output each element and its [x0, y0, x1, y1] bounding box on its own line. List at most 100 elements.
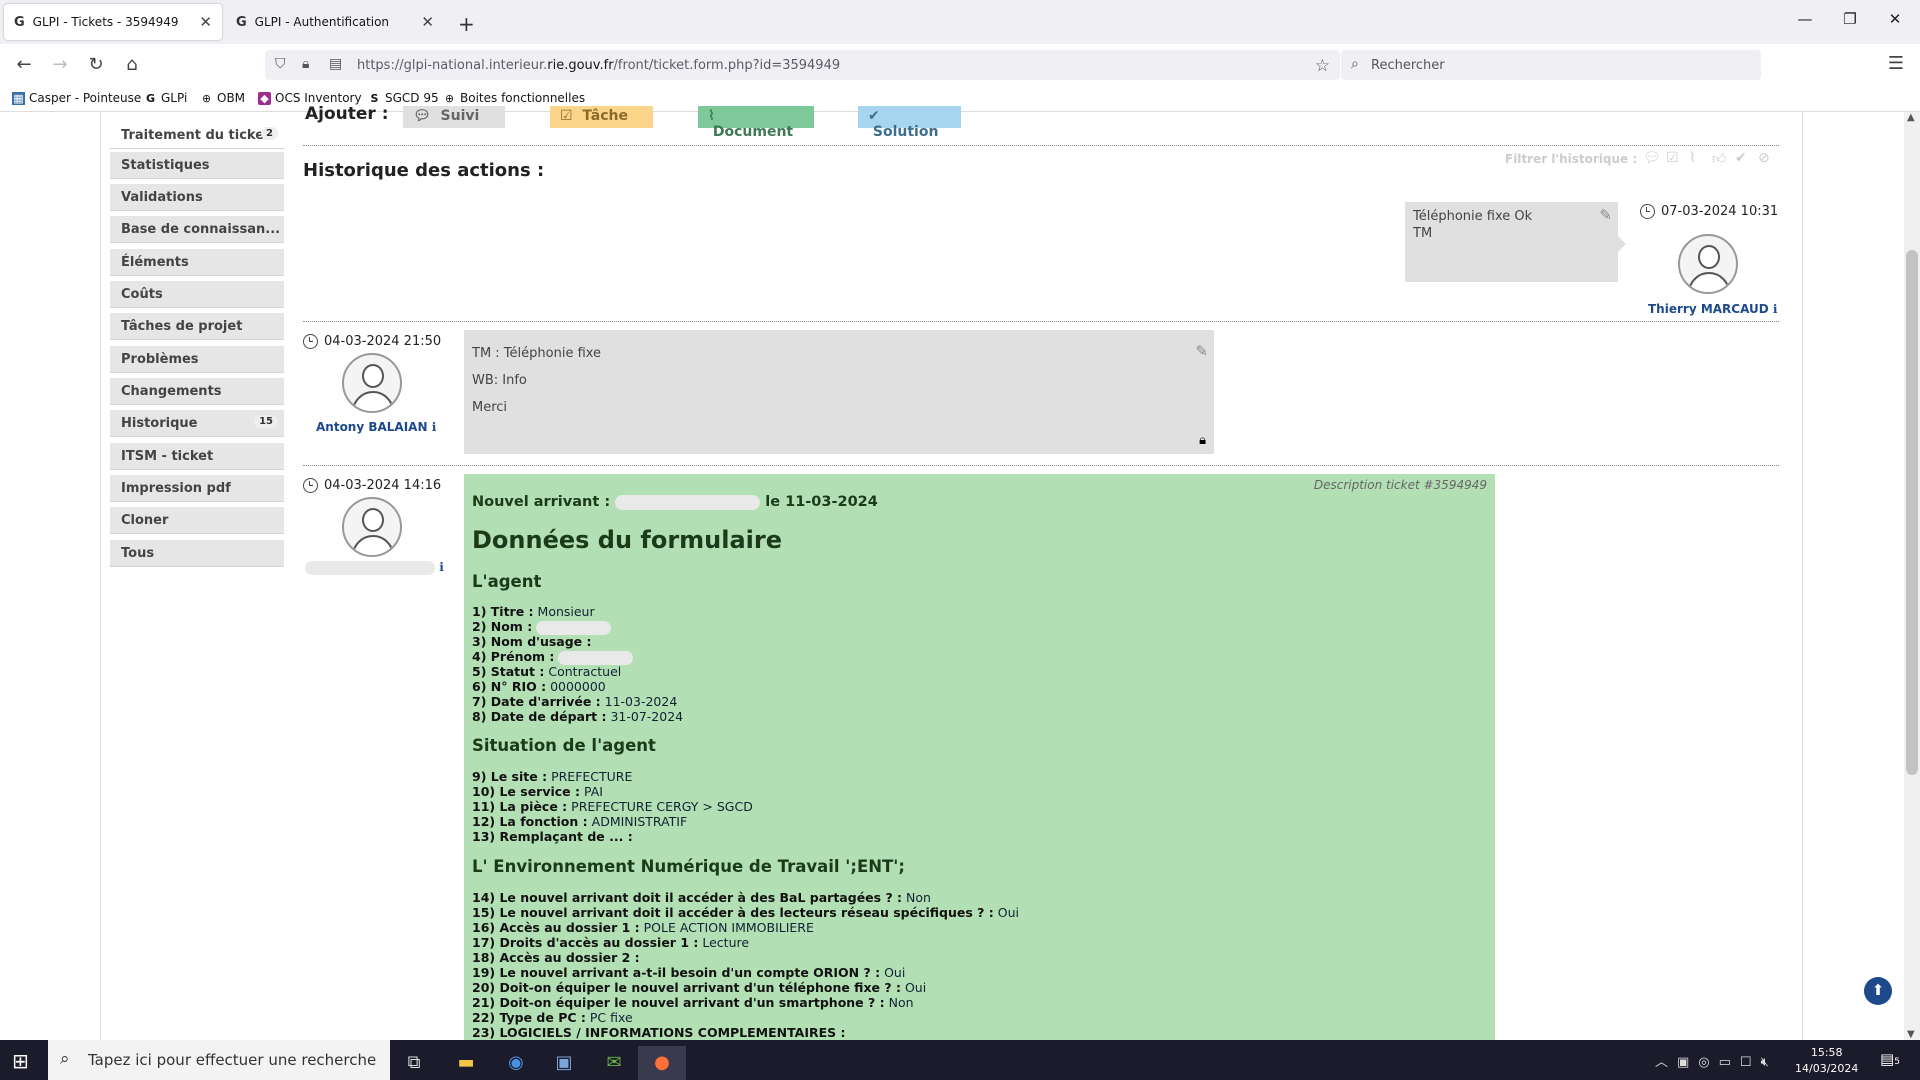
info-icon: ℹ [431, 420, 437, 434]
search-icon: ⌕ [60, 1049, 70, 1069]
followup-bubble[interactable]: Téléphonie fixe Ok TM ✎ [1405, 202, 1618, 282]
form-title: Données du formulaire [472, 526, 783, 554]
sidebar-item-traitement[interactable]: Traitement du ticket 2 [110, 122, 284, 149]
followup-line: WB: Info [472, 373, 527, 388]
sidebar-item-tous[interactable]: Tous [110, 540, 284, 567]
filter-reset-icon[interactable]: ⊘ [1758, 150, 1770, 166]
bookmark-boites[interactable]: ⊕ Boites fonctionnelles [443, 91, 585, 105]
filter-followup-icon[interactable]: 💬︎ [1643, 150, 1661, 166]
scrollbar-thumb[interactable] [1906, 250, 1918, 775]
home-icon[interactable]: ⌂ [120, 54, 144, 75]
arrival-line: Nouvel arrivant : le 11-03-2024 [472, 494, 878, 510]
url-bar[interactable]: ⛉ 🔒︎ ▤ https://glpi-national.interieur.r… [265, 50, 1340, 80]
right-border [1802, 112, 1803, 1040]
task-view-icon[interactable]: ⧉ [390, 1046, 438, 1080]
back-icon[interactable]: ← [12, 54, 36, 75]
bookmark-glpi[interactable]: G GLPi [144, 91, 187, 105]
reload-icon[interactable]: ↻ [84, 54, 108, 75]
left-border [100, 112, 101, 1040]
user-name[interactable]: Antony BALAIAN ℹ [316, 420, 436, 434]
sidebar-item-problemes[interactable]: Problèmes [110, 346, 284, 373]
bookmark-sgcd[interactable]: S SGCD 95 [368, 91, 439, 105]
redacted-user [305, 560, 435, 575]
tab-title: GLPI - Tickets - 3594949 [32, 15, 179, 29]
sidebar-item-itsm[interactable]: ITSM - ticket [110, 443, 284, 470]
add-solution-button[interactable]: ✔ Solution [858, 106, 961, 140]
field-row: 6) N° RIO : 0000000 [472, 679, 606, 694]
tab-title: GLPI - Authentification [254, 15, 390, 29]
firefox-icon[interactable]: ● [638, 1046, 686, 1080]
bookmark-obm[interactable]: ⊕ OBM [200, 91, 245, 105]
notification-icon[interactable]: ▤5 [1880, 1050, 1900, 1068]
field-row: 23) LOGICIELS / INFORMATIONS COMPLEMENTA… [472, 1025, 846, 1040]
bookmark-star-icon[interactable]: ☆ [1315, 56, 1330, 76]
forward-icon[interactable]: → [48, 54, 72, 75]
shield-icon: ⛉ [275, 56, 286, 72]
sidebar-item-historique[interactable]: Historique 15 [110, 410, 284, 437]
bookmark-ocs[interactable]: ◆ OCS Inventory [258, 91, 362, 105]
add-label: Ajouter : [305, 104, 389, 124]
sidebar-item-elements[interactable]: Éléments [110, 249, 284, 276]
chrome-icon[interactable]: ◉ [492, 1046, 540, 1080]
glpi-icon: G [145, 91, 156, 105]
avatar [342, 353, 402, 413]
browser-search-input[interactable]: ⌕ Rechercher [1341, 50, 1761, 80]
browser-tab-bar: G GLPI - Tickets - 3594949 ✕ G GLPI - Au… [0, 0, 1920, 44]
checkbox-icon: ☑ [560, 108, 573, 124]
followup-bubble[interactable]: TM : Téléphonie fixe WB: Info Merci ✎ 🔒︎ [464, 330, 1214, 454]
filter-solution-icon[interactable]: ✔ [1735, 150, 1747, 166]
filter-document-icon[interactable]: ⌇ [1689, 150, 1696, 166]
globe-icon: ⊕ [201, 91, 212, 105]
taskbar-search-input[interactable]: ⌕ Tapez ici pour effectuer une recherche [48, 1040, 390, 1080]
add-task-button[interactable]: ☑ Tâche [550, 106, 653, 128]
field-row: 8) Date de départ : 31-07-2024 [472, 709, 684, 724]
tab-glpi-auth[interactable]: G GLPI - Authentification ✕ [226, 4, 444, 40]
field-row: 7) Date d'arrivée : 11-03-2024 [472, 694, 678, 709]
user-name[interactable]: Thierry MARCAUD ℹ [1648, 302, 1777, 316]
close-icon[interactable]: ✕ [421, 13, 434, 31]
sidebar-item-impression-pdf[interactable]: Impression pdf [110, 475, 284, 502]
sidebar-item-cloner[interactable]: Cloner [110, 507, 284, 534]
system-tray-icons[interactable]: ︿▣◎▭☐🔇︎ [1655, 1051, 1778, 1070]
edit-icon[interactable]: ✎ [1599, 206, 1612, 224]
field-row: 1) Titre : Monsieur [472, 604, 595, 619]
sidebar-item-base-connaissance[interactable]: Base de connaissan... [110, 216, 284, 243]
sidebar-item-couts[interactable]: Coûts [110, 281, 284, 308]
sidebar-item-changements[interactable]: Changements [110, 378, 284, 405]
ocs-icon: ◆ [258, 91, 271, 105]
filter-task-icon[interactable]: ☑ [1666, 150, 1679, 166]
bookmark-casper[interactable]: ▦ Casper - Pointeuse [12, 91, 141, 105]
mail-icon[interactable]: ✉ [590, 1046, 638, 1080]
glpi-icon: G [14, 14, 25, 30]
close-window-button[interactable]: ✕ [1875, 10, 1915, 28]
description-tag: Description ticket #3594949 [1313, 478, 1487, 492]
sidebar-item-validations[interactable]: Validations [110, 184, 284, 211]
file-explorer-icon[interactable]: ▬ [442, 1046, 490, 1080]
clock-icon [1640, 204, 1655, 219]
minimize-button[interactable]: — [1785, 10, 1825, 28]
tab-glpi-tickets[interactable]: G GLPI - Tickets - 3594949 ✕ [4, 4, 222, 40]
field-row: 10) Le service : PAI [472, 784, 603, 799]
sidebar-item-taches-projet[interactable]: Tâches de projet [110, 313, 284, 340]
close-icon[interactable]: ✕ [199, 13, 212, 31]
restore-button[interactable]: ❐ [1830, 10, 1870, 28]
sidebar-item-statistiques[interactable]: Statistiques [110, 152, 284, 179]
separator [303, 465, 1779, 466]
followup-text: Téléphonie fixe Ok TM [1413, 209, 1533, 241]
field-row: 12) La fonction : ADMINISTRATIF [472, 814, 688, 829]
count-badge: 15 [254, 415, 278, 428]
menu-icon[interactable]: ☰ [1884, 53, 1908, 74]
windows-start-icon[interactable]: ⊞ [12, 1049, 29, 1073]
search-icon: ⌕ [1351, 56, 1359, 72]
app-icon[interactable]: ▣ [540, 1046, 588, 1080]
user-name[interactable]: ℹ [305, 560, 444, 575]
edit-icon[interactable]: ✎ [1195, 342, 1208, 360]
taskbar-clock[interactable]: 15:58 14/03/2024 [1795, 1045, 1858, 1077]
new-tab-button[interactable]: + [458, 12, 475, 36]
filter-validation-icon[interactable]: 👍︎ [1712, 150, 1727, 167]
field-row: 9) Le site : PREFECTURE [472, 769, 633, 784]
entry-timestamp: 07-03-2024 10:31 [1640, 204, 1778, 219]
add-document-button[interactable]: ⌇ Document [698, 106, 814, 140]
add-followup-button[interactable]: 💬︎ Suivi [403, 106, 505, 128]
back-to-top-button[interactable]: ⬆ [1864, 977, 1892, 1005]
